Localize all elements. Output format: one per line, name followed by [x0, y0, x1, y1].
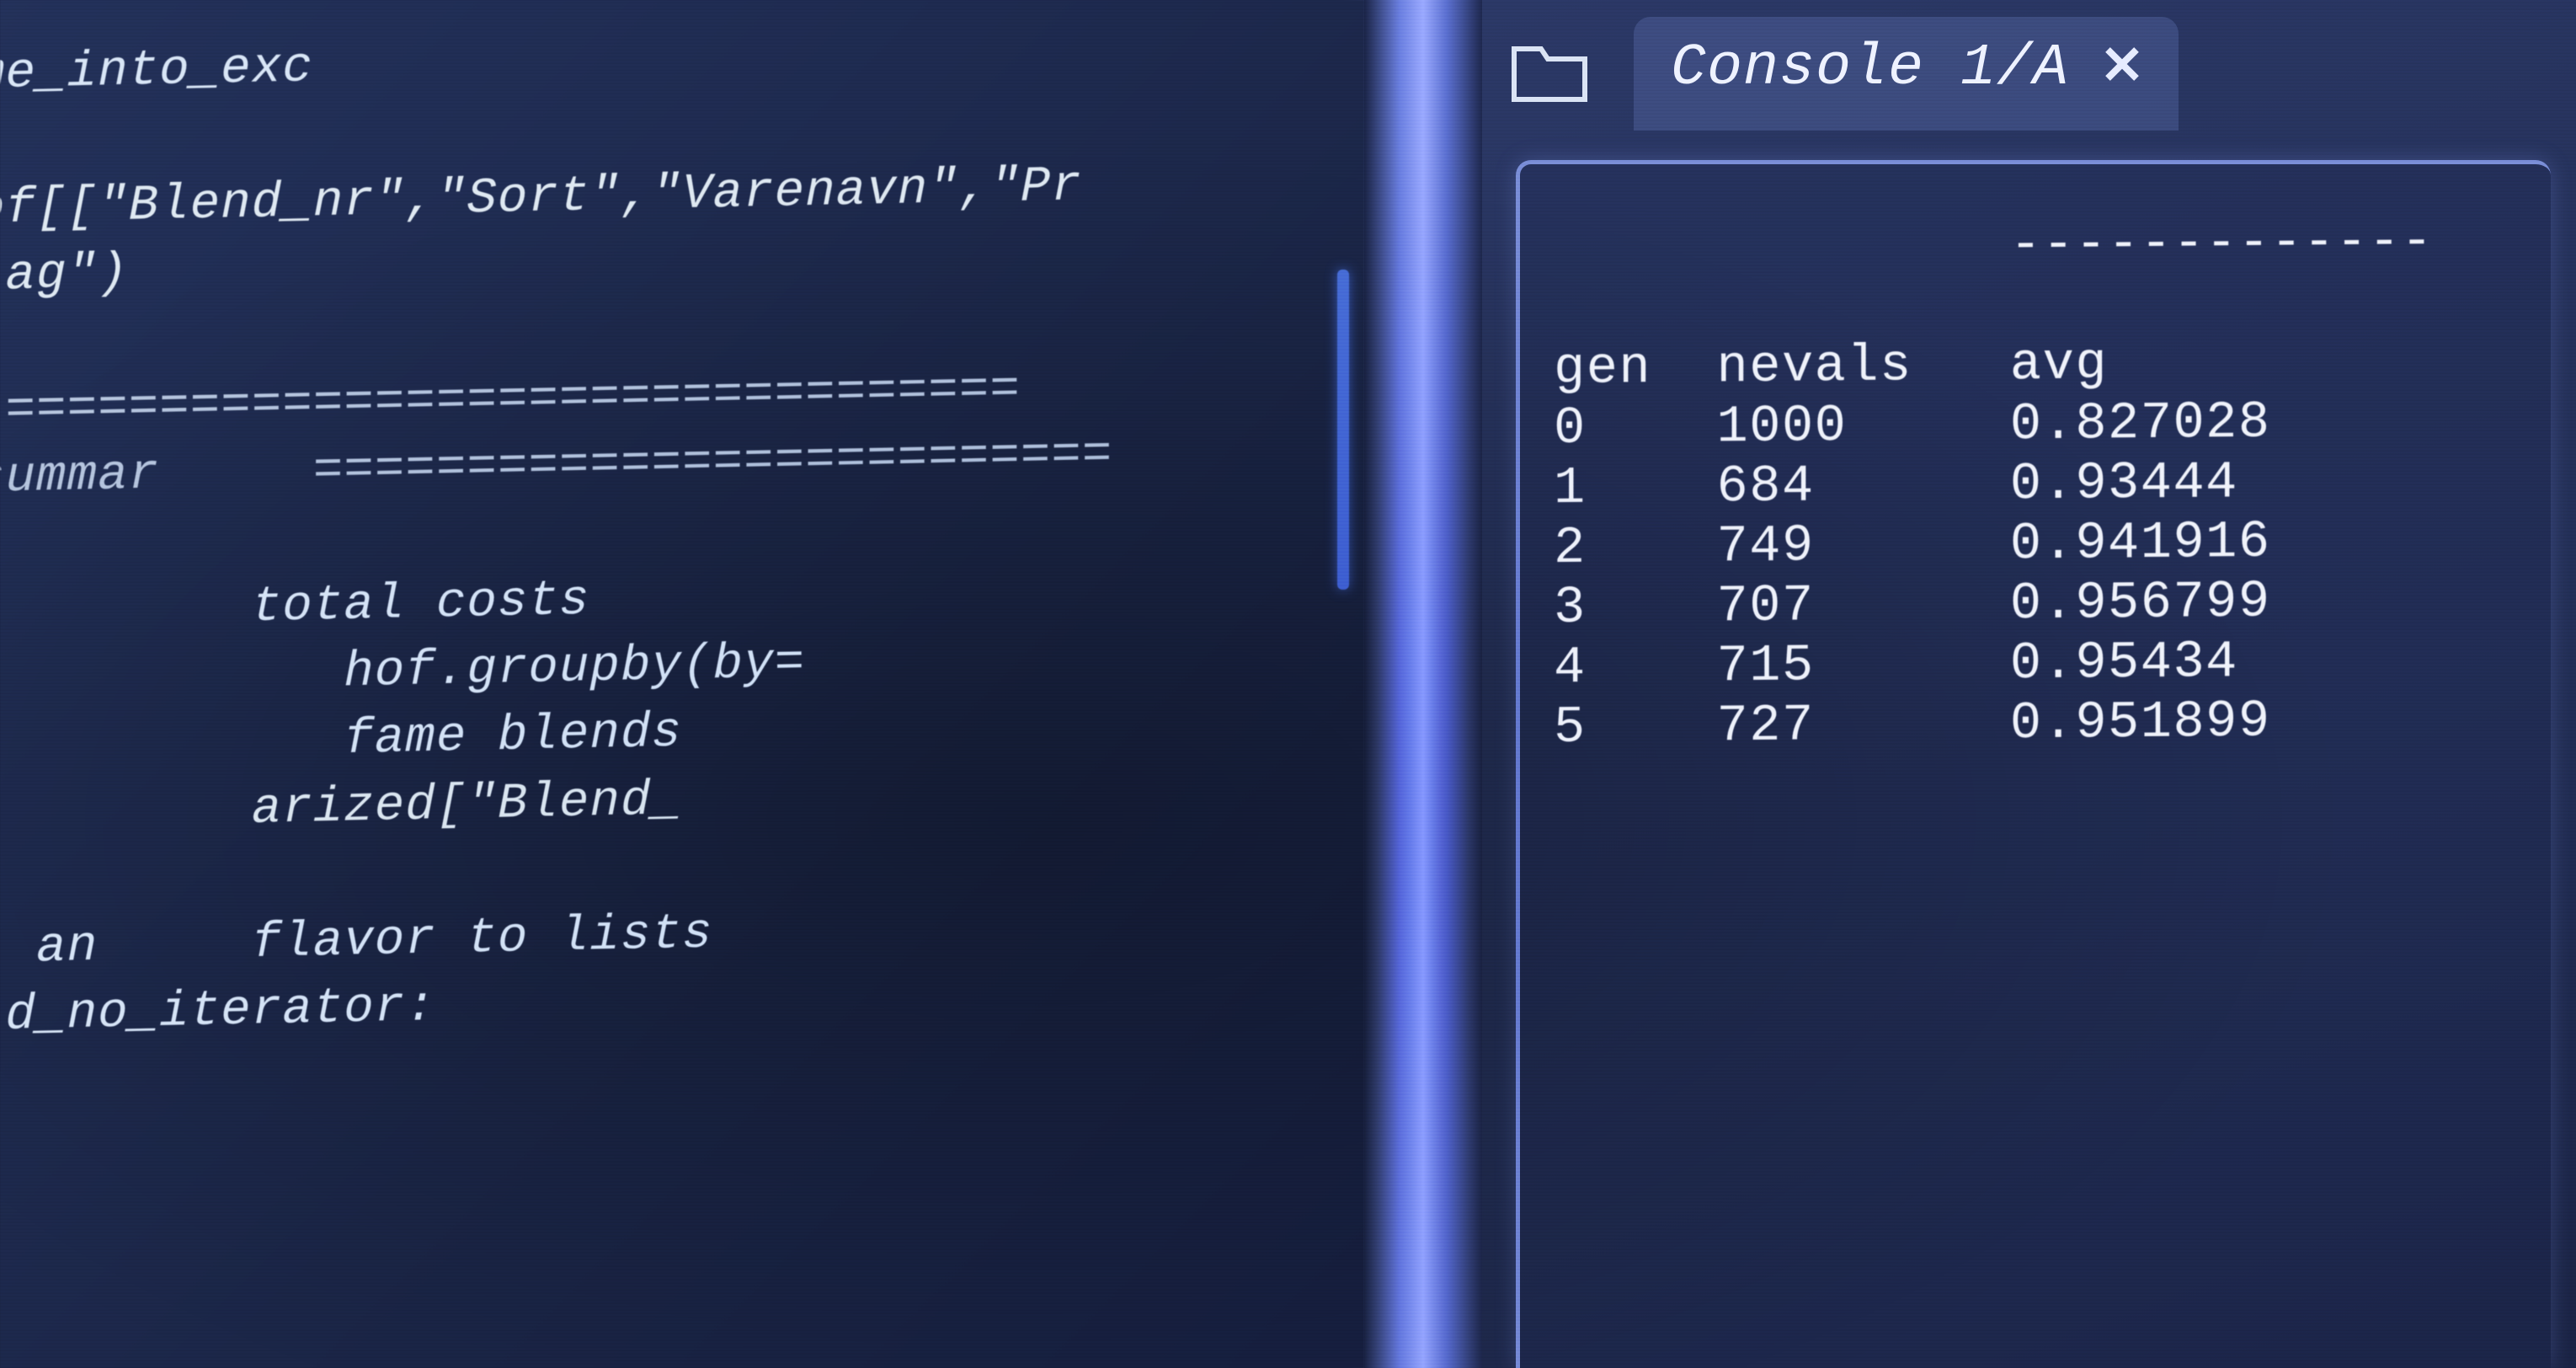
console-frame: ------------- gen nevals avg 0 1000 0.82… — [1516, 160, 2551, 1368]
close-icon[interactable] — [2103, 35, 2141, 102]
editor-content[interactable]: me_into_exc of[["Blend_nr","Sort","Varen… — [0, 0, 1112, 1119]
code-line: an flavor to lists — [0, 906, 713, 978]
console-output[interactable]: ------------- gen nevals avg 0 1000 0.82… — [1554, 211, 2551, 757]
code-line: hof.groupby(by= — [0, 635, 805, 708]
code-line: d_no_iterator: — [0, 980, 436, 1045]
code-line: lag") — [0, 246, 129, 305]
folder-icon[interactable] — [1507, 34, 1592, 114]
editor-pane[interactable]: me_into_exc of[["Blend_nr","Sort","Varen… — [0, 0, 1364, 1368]
pane-divider[interactable] — [1364, 0, 1482, 1368]
console-pane: Console 1/A ------------- gen nevals avg… — [1482, 0, 2576, 1368]
code-line: of[["Blend_nr","Sort","Varenavn","Pr — [0, 158, 1082, 238]
code-line: arized["Blend_ — [0, 772, 682, 843]
code-line: ================================= — [0, 361, 1021, 439]
editor-scrollbar[interactable] — [1337, 270, 1349, 590]
code-line: total costs — [0, 573, 589, 642]
console-tab-label: Console 1/A — [1671, 35, 2069, 102]
code-line: fame blends — [0, 705, 682, 776]
console-tab[interactable]: Console 1/A — [1634, 17, 2179, 131]
code-line: me_into_exc — [0, 40, 313, 104]
code-line: summar ========================== — [0, 427, 1112, 507]
console-tabbar: Console 1/A — [1507, 17, 2551, 135]
